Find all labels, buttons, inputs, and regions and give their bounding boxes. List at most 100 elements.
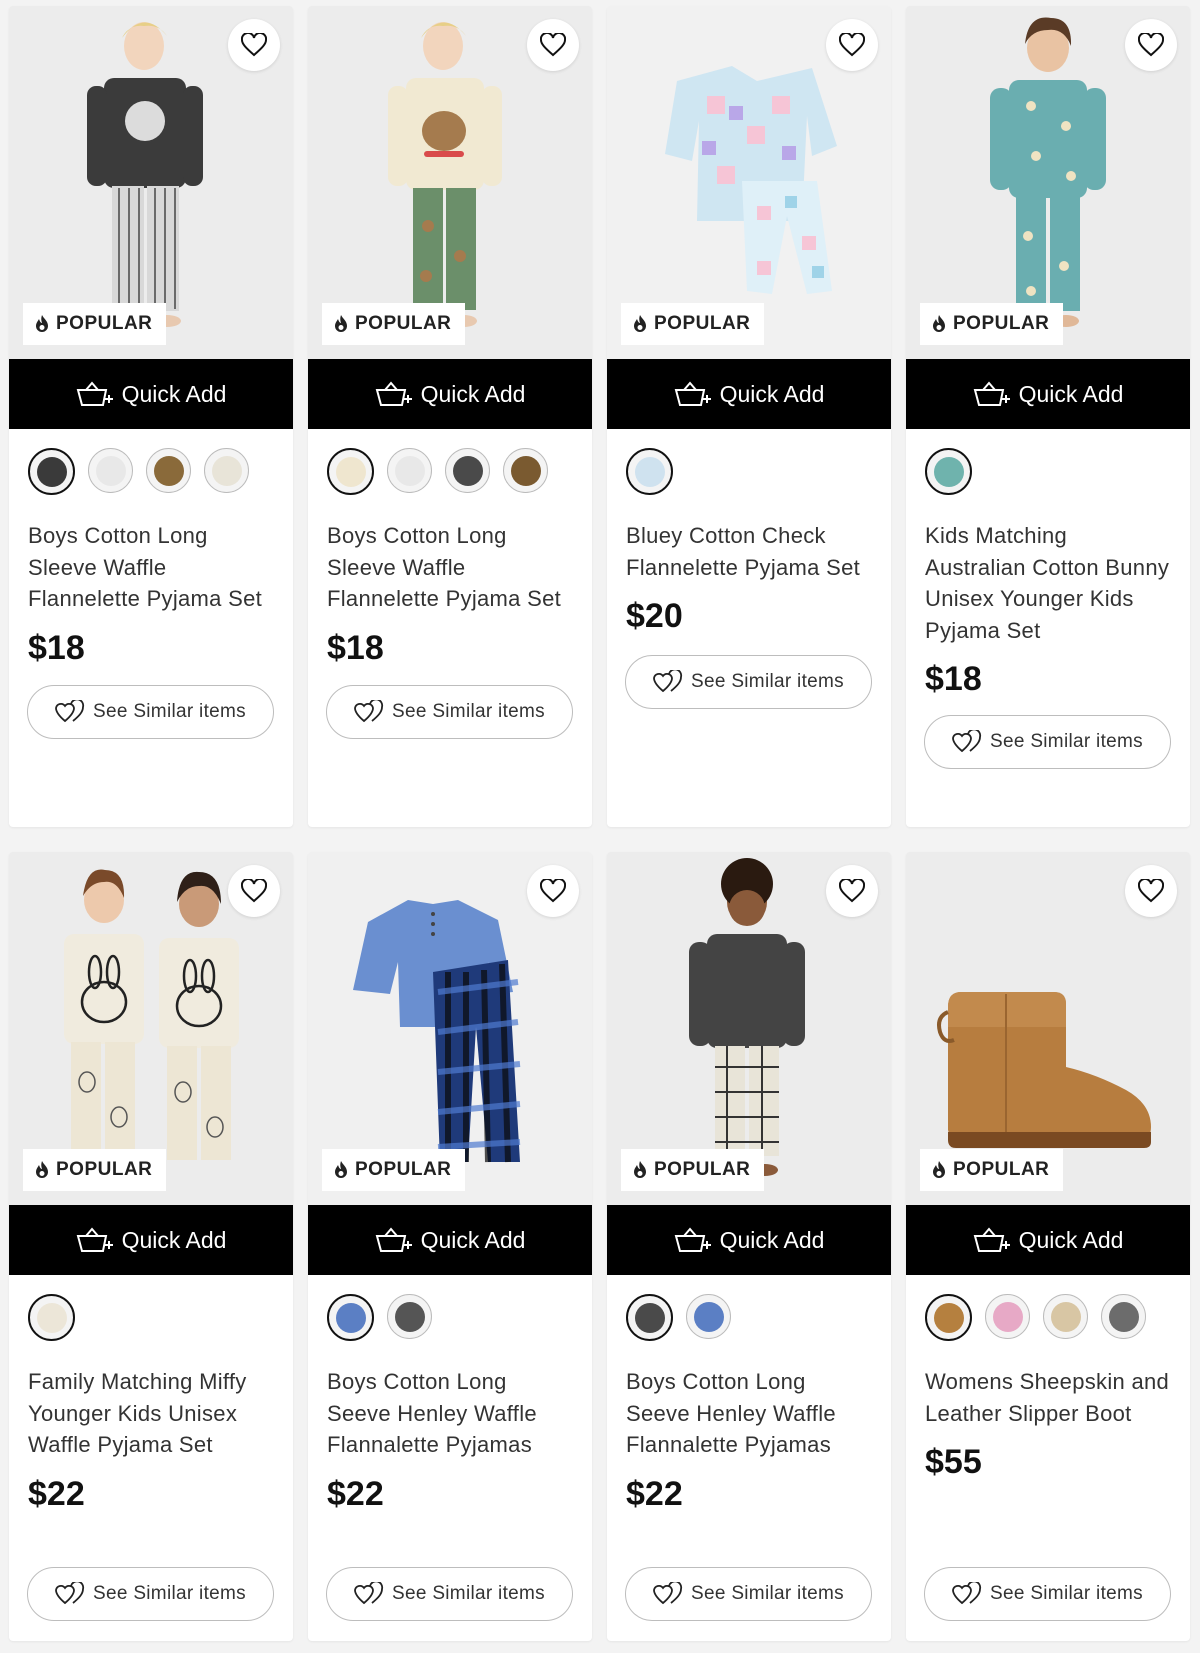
product-image[interactable]: POPULAR bbox=[308, 852, 592, 1205]
product-price: $22 bbox=[327, 1474, 384, 1513]
see-similar-button[interactable]: See Similar items bbox=[326, 685, 573, 739]
basket-icon bbox=[76, 381, 114, 407]
color-swatch[interactable] bbox=[387, 448, 432, 493]
color-swatches bbox=[308, 1275, 592, 1341]
color-swatch[interactable] bbox=[1043, 1294, 1088, 1339]
quick-add-label: Quick Add bbox=[121, 380, 227, 407]
product-price: $55 bbox=[925, 1443, 982, 1481]
similar-hearts-icon bbox=[653, 1582, 683, 1606]
quick-add-button[interactable]: Quick Add bbox=[9, 359, 293, 429]
quick-add-button[interactable]: Quick Add bbox=[607, 359, 891, 429]
color-swatch[interactable] bbox=[88, 448, 133, 493]
product-title[interactable]: Womens Sheepskin and Leather Slipper Boo… bbox=[925, 1366, 1172, 1429]
product-title[interactable]: Bluey Cotton Check Flannelette Pyjama Se… bbox=[626, 520, 873, 583]
quick-add-label: Quick Add bbox=[1018, 380, 1124, 407]
wishlist-heart-icon[interactable] bbox=[1125, 19, 1177, 71]
product-price: $18 bbox=[327, 628, 384, 667]
see-similar-label: See Similar items bbox=[990, 1583, 1143, 1604]
product-image[interactable]: POPULAR bbox=[607, 852, 891, 1205]
product-card[interactable]: POPULAR Quick Add Bluey Cotton Check Fla… bbox=[607, 6, 891, 827]
color-swatch[interactable] bbox=[925, 448, 972, 495]
color-swatch[interactable] bbox=[925, 1294, 972, 1341]
product-card[interactable]: POPULAR Quick Add Family Matching Miffy … bbox=[9, 852, 293, 1641]
see-similar-button[interactable]: See Similar items bbox=[625, 655, 872, 709]
similar-hearts-icon bbox=[952, 730, 982, 754]
product-image[interactable]: POPULAR bbox=[906, 852, 1190, 1205]
product-card[interactable]: POPULAR Quick Add Boys Cotton Long Sleev… bbox=[9, 6, 293, 827]
flame-icon bbox=[35, 1161, 49, 1179]
product-image[interactable]: POPULAR bbox=[308, 6, 592, 359]
product-image[interactable]: POPULAR bbox=[607, 6, 891, 359]
product-title[interactable]: Kids Matching Australian Cotton Bunny Un… bbox=[925, 520, 1172, 646]
color-swatch[interactable] bbox=[28, 448, 75, 495]
wishlist-heart-icon[interactable] bbox=[228, 865, 280, 917]
color-swatch[interactable] bbox=[146, 448, 191, 493]
wishlist-heart-icon[interactable] bbox=[228, 19, 280, 71]
popular-badge: POPULAR bbox=[920, 1149, 1064, 1191]
product-price: $18 bbox=[925, 660, 982, 698]
color-swatches bbox=[9, 1275, 293, 1341]
product-price: $22 bbox=[626, 1474, 683, 1513]
product-title[interactable]: Boys Cotton Long Seeve Henley Waffle Fla… bbox=[327, 1366, 574, 1461]
color-swatch[interactable] bbox=[1101, 1294, 1146, 1339]
similar-hearts-icon bbox=[55, 1582, 85, 1606]
color-swatch[interactable] bbox=[204, 448, 249, 493]
quick-add-button[interactable]: Quick Add bbox=[906, 359, 1190, 429]
product-title[interactable]: Family Matching Miffy Younger Kids Unise… bbox=[28, 1366, 275, 1461]
product-price: $22 bbox=[28, 1474, 85, 1513]
color-swatch[interactable] bbox=[327, 448, 374, 495]
quick-add-button[interactable]: Quick Add bbox=[906, 1205, 1190, 1275]
quick-add-button[interactable]: Quick Add bbox=[308, 1205, 592, 1275]
product-card[interactable]: POPULAR Quick Add Womens Sheepskin and L… bbox=[906, 852, 1190, 1641]
color-swatch[interactable] bbox=[387, 1294, 432, 1339]
flame-icon bbox=[932, 315, 946, 333]
quick-add-button[interactable]: Quick Add bbox=[607, 1205, 891, 1275]
flame-icon bbox=[932, 1161, 946, 1179]
color-swatch[interactable] bbox=[626, 1294, 673, 1341]
color-swatches bbox=[607, 1275, 891, 1341]
similar-hearts-icon bbox=[55, 700, 85, 724]
product-card[interactable]: POPULAR Quick Add Boys Cotton Long Seeve… bbox=[308, 852, 592, 1641]
badge-label: POPULAR bbox=[654, 1159, 751, 1180]
color-swatch[interactable] bbox=[445, 448, 490, 493]
product-card[interactable]: POPULAR Quick Add Boys Cotton Long Sleev… bbox=[308, 6, 592, 827]
product-image[interactable]: POPULAR bbox=[9, 6, 293, 359]
color-swatch[interactable] bbox=[626, 448, 673, 495]
wishlist-heart-icon[interactable] bbox=[527, 865, 579, 917]
popular-badge: POPULAR bbox=[621, 303, 765, 345]
product-card[interactable]: POPULAR Quick Add Kids Matching Australi… bbox=[906, 6, 1190, 827]
color-swatch[interactable] bbox=[28, 1294, 75, 1341]
wishlist-heart-icon[interactable] bbox=[826, 865, 878, 917]
product-image[interactable]: POPULAR bbox=[906, 6, 1190, 359]
quick-add-label: Quick Add bbox=[121, 1226, 227, 1253]
see-similar-label: See Similar items bbox=[392, 701, 545, 722]
flame-icon bbox=[633, 315, 647, 333]
color-swatch[interactable] bbox=[503, 448, 548, 493]
quick-add-button[interactable]: Quick Add bbox=[308, 359, 592, 429]
see-similar-button[interactable]: See Similar items bbox=[27, 685, 274, 739]
quick-add-button[interactable]: Quick Add bbox=[9, 1205, 293, 1275]
see-similar-label: See Similar items bbox=[93, 701, 246, 722]
see-similar-button[interactable]: See Similar items bbox=[27, 1567, 274, 1621]
product-card[interactable]: POPULAR Quick Add Boys Cotton Long Seeve… bbox=[607, 852, 891, 1641]
product-title[interactable]: Boys Cotton Long Sleeve Waffle Flannelet… bbox=[28, 520, 275, 615]
basket-icon bbox=[674, 381, 712, 407]
color-swatches bbox=[308, 429, 592, 495]
wishlist-heart-icon[interactable] bbox=[527, 19, 579, 71]
see-similar-button[interactable]: See Similar items bbox=[326, 1567, 573, 1621]
product-title[interactable]: Boys Cotton Long Sleeve Waffle Flannelet… bbox=[327, 520, 574, 615]
product-image[interactable]: POPULAR bbox=[9, 852, 293, 1205]
quick-add-label: Quick Add bbox=[719, 380, 825, 407]
wishlist-heart-icon[interactable] bbox=[826, 19, 878, 71]
popular-badge: POPULAR bbox=[920, 303, 1064, 345]
see-similar-button[interactable]: See Similar items bbox=[625, 1567, 872, 1621]
product-title[interactable]: Boys Cotton Long Seeve Henley Waffle Fla… bbox=[626, 1366, 873, 1461]
color-swatches bbox=[9, 429, 293, 495]
see-similar-button[interactable]: See Similar items bbox=[924, 1567, 1171, 1621]
color-swatch[interactable] bbox=[686, 1294, 731, 1339]
see-similar-button[interactable]: See Similar items bbox=[924, 715, 1171, 769]
color-swatch[interactable] bbox=[327, 1294, 374, 1341]
wishlist-heart-icon[interactable] bbox=[1125, 865, 1177, 917]
color-swatch[interactable] bbox=[985, 1294, 1030, 1339]
badge-label: POPULAR bbox=[56, 1159, 153, 1180]
